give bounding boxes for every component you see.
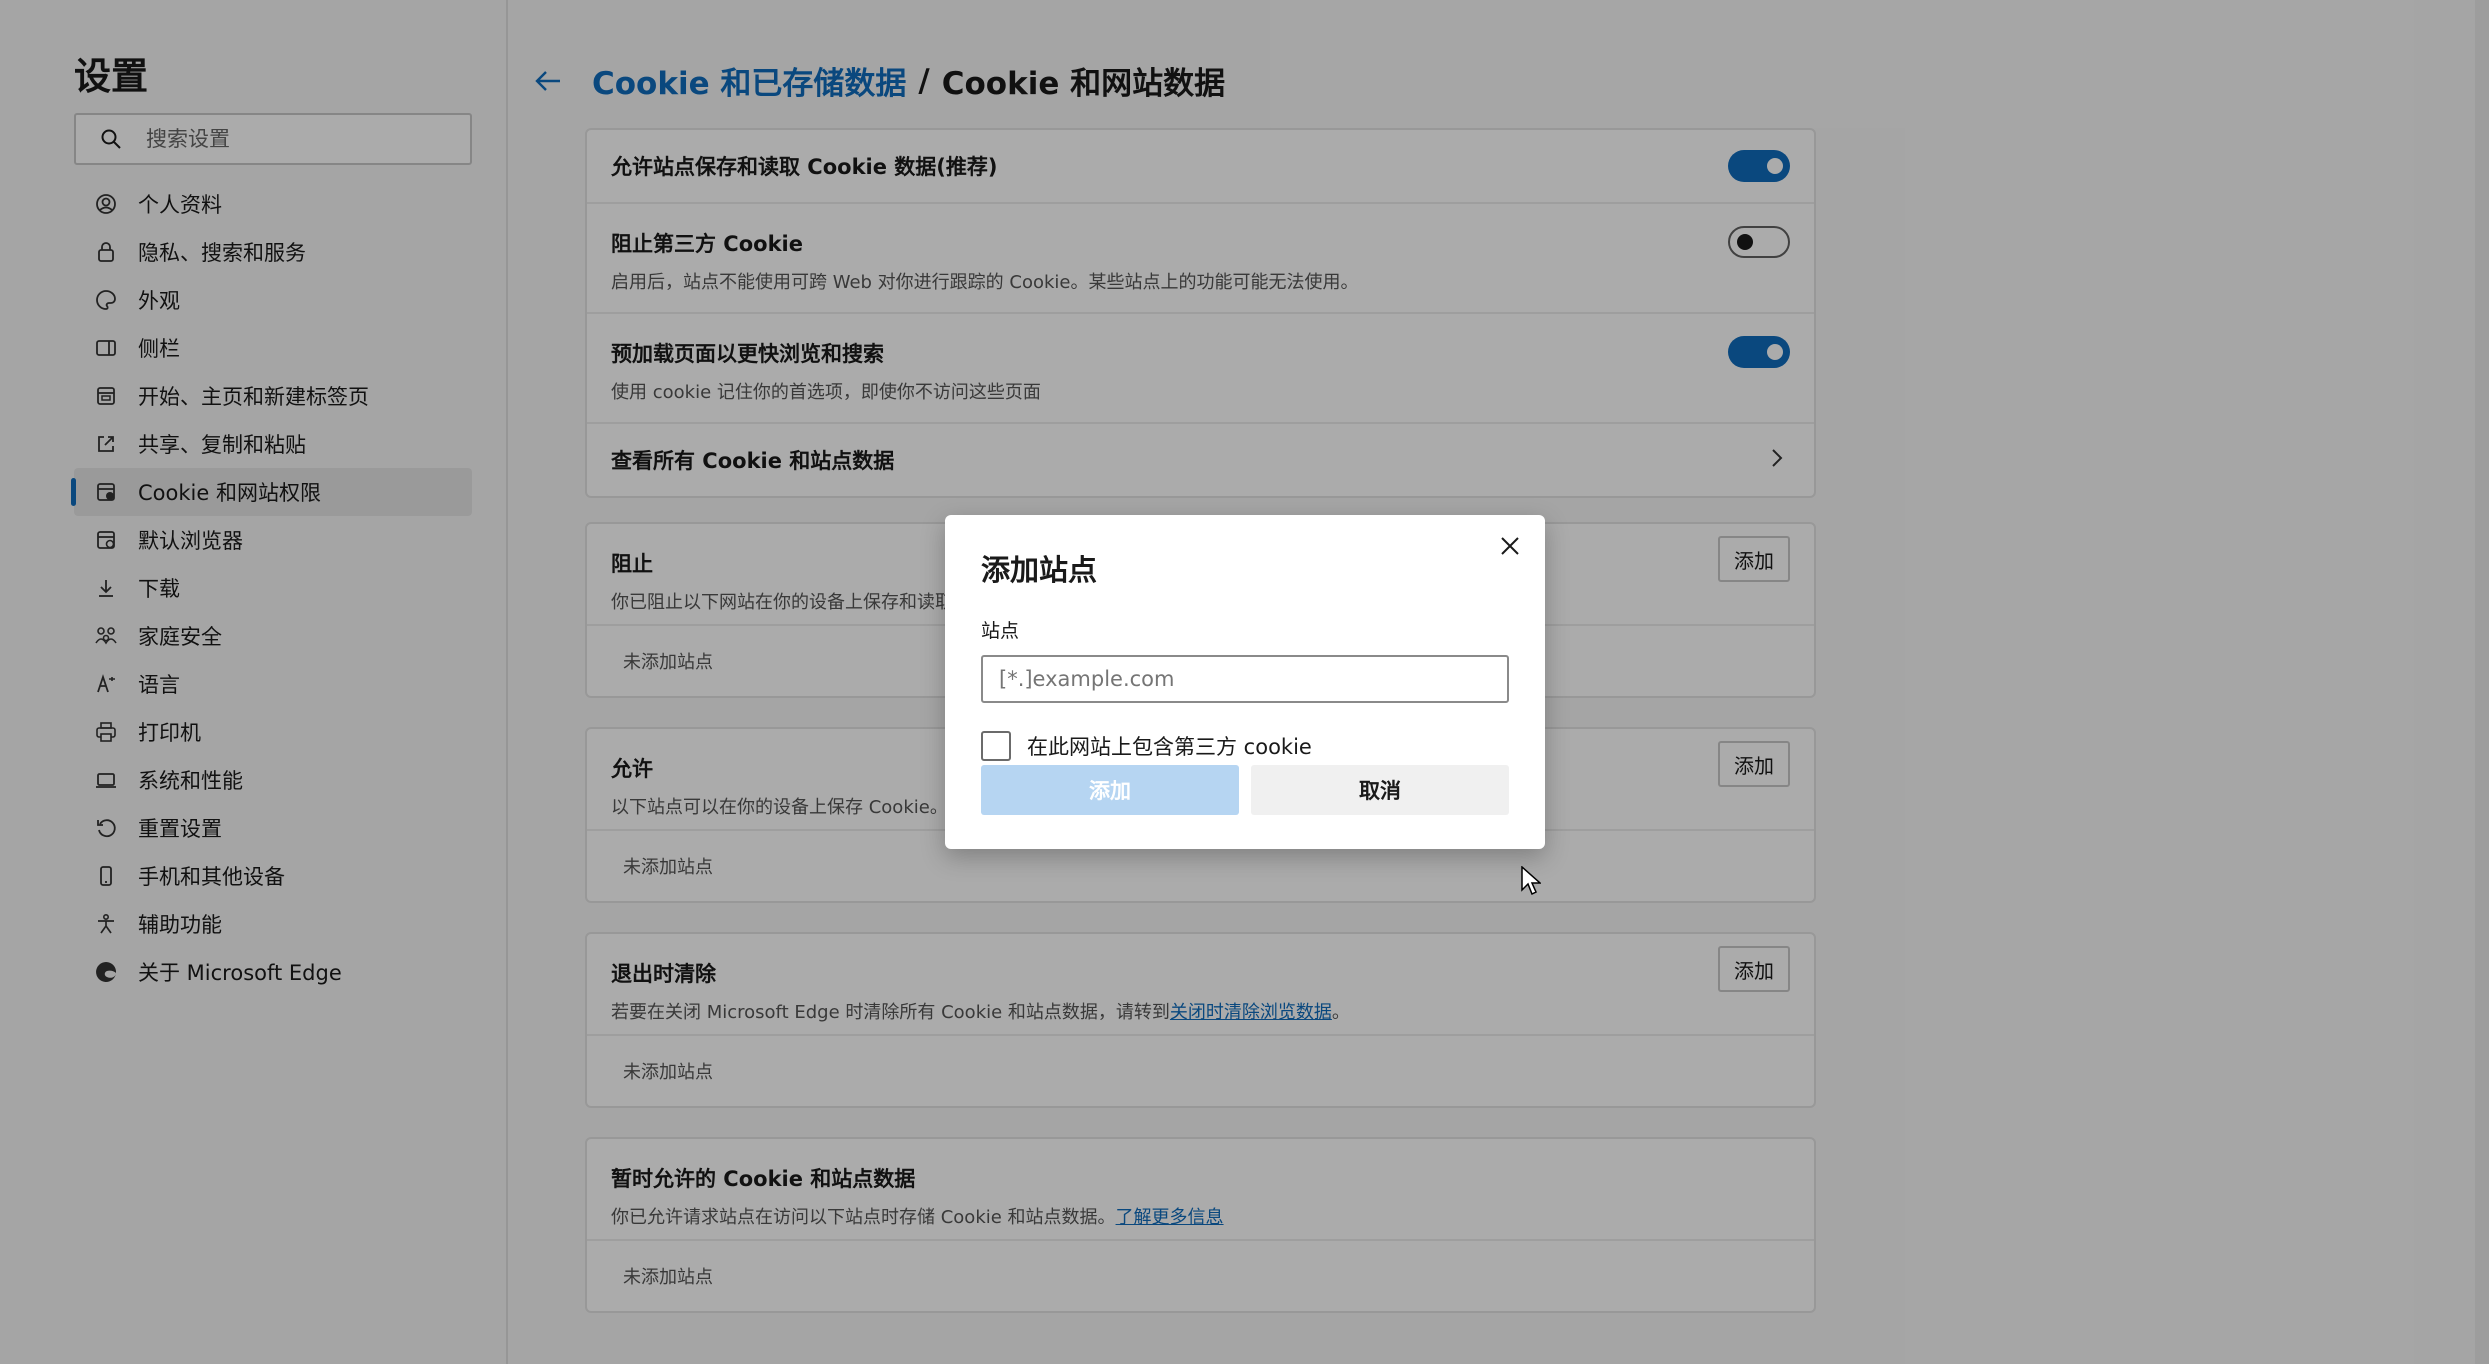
close-icon[interactable] (1493, 529, 1527, 563)
mouse-cursor-icon (1521, 865, 1542, 900)
dialog-title: 添加站点 (981, 553, 1098, 587)
third-party-cookie-option[interactable]: 在此网站上包含第三方 cookie (981, 731, 1312, 761)
add-site-dialog: 添加站点 站点 在此网站上包含第三方 cookie 添加 取消 (945, 515, 1545, 849)
site-field-label: 站点 (981, 620, 1020, 642)
dialog-cancel-button[interactable]: 取消 (1251, 765, 1509, 815)
dialog-add-button[interactable]: 添加 (981, 765, 1239, 815)
third-party-cookie-checkbox[interactable] (981, 731, 1011, 761)
third-party-cookie-label: 在此网站上包含第三方 cookie (1027, 735, 1312, 759)
site-input[interactable] (981, 655, 1509, 703)
